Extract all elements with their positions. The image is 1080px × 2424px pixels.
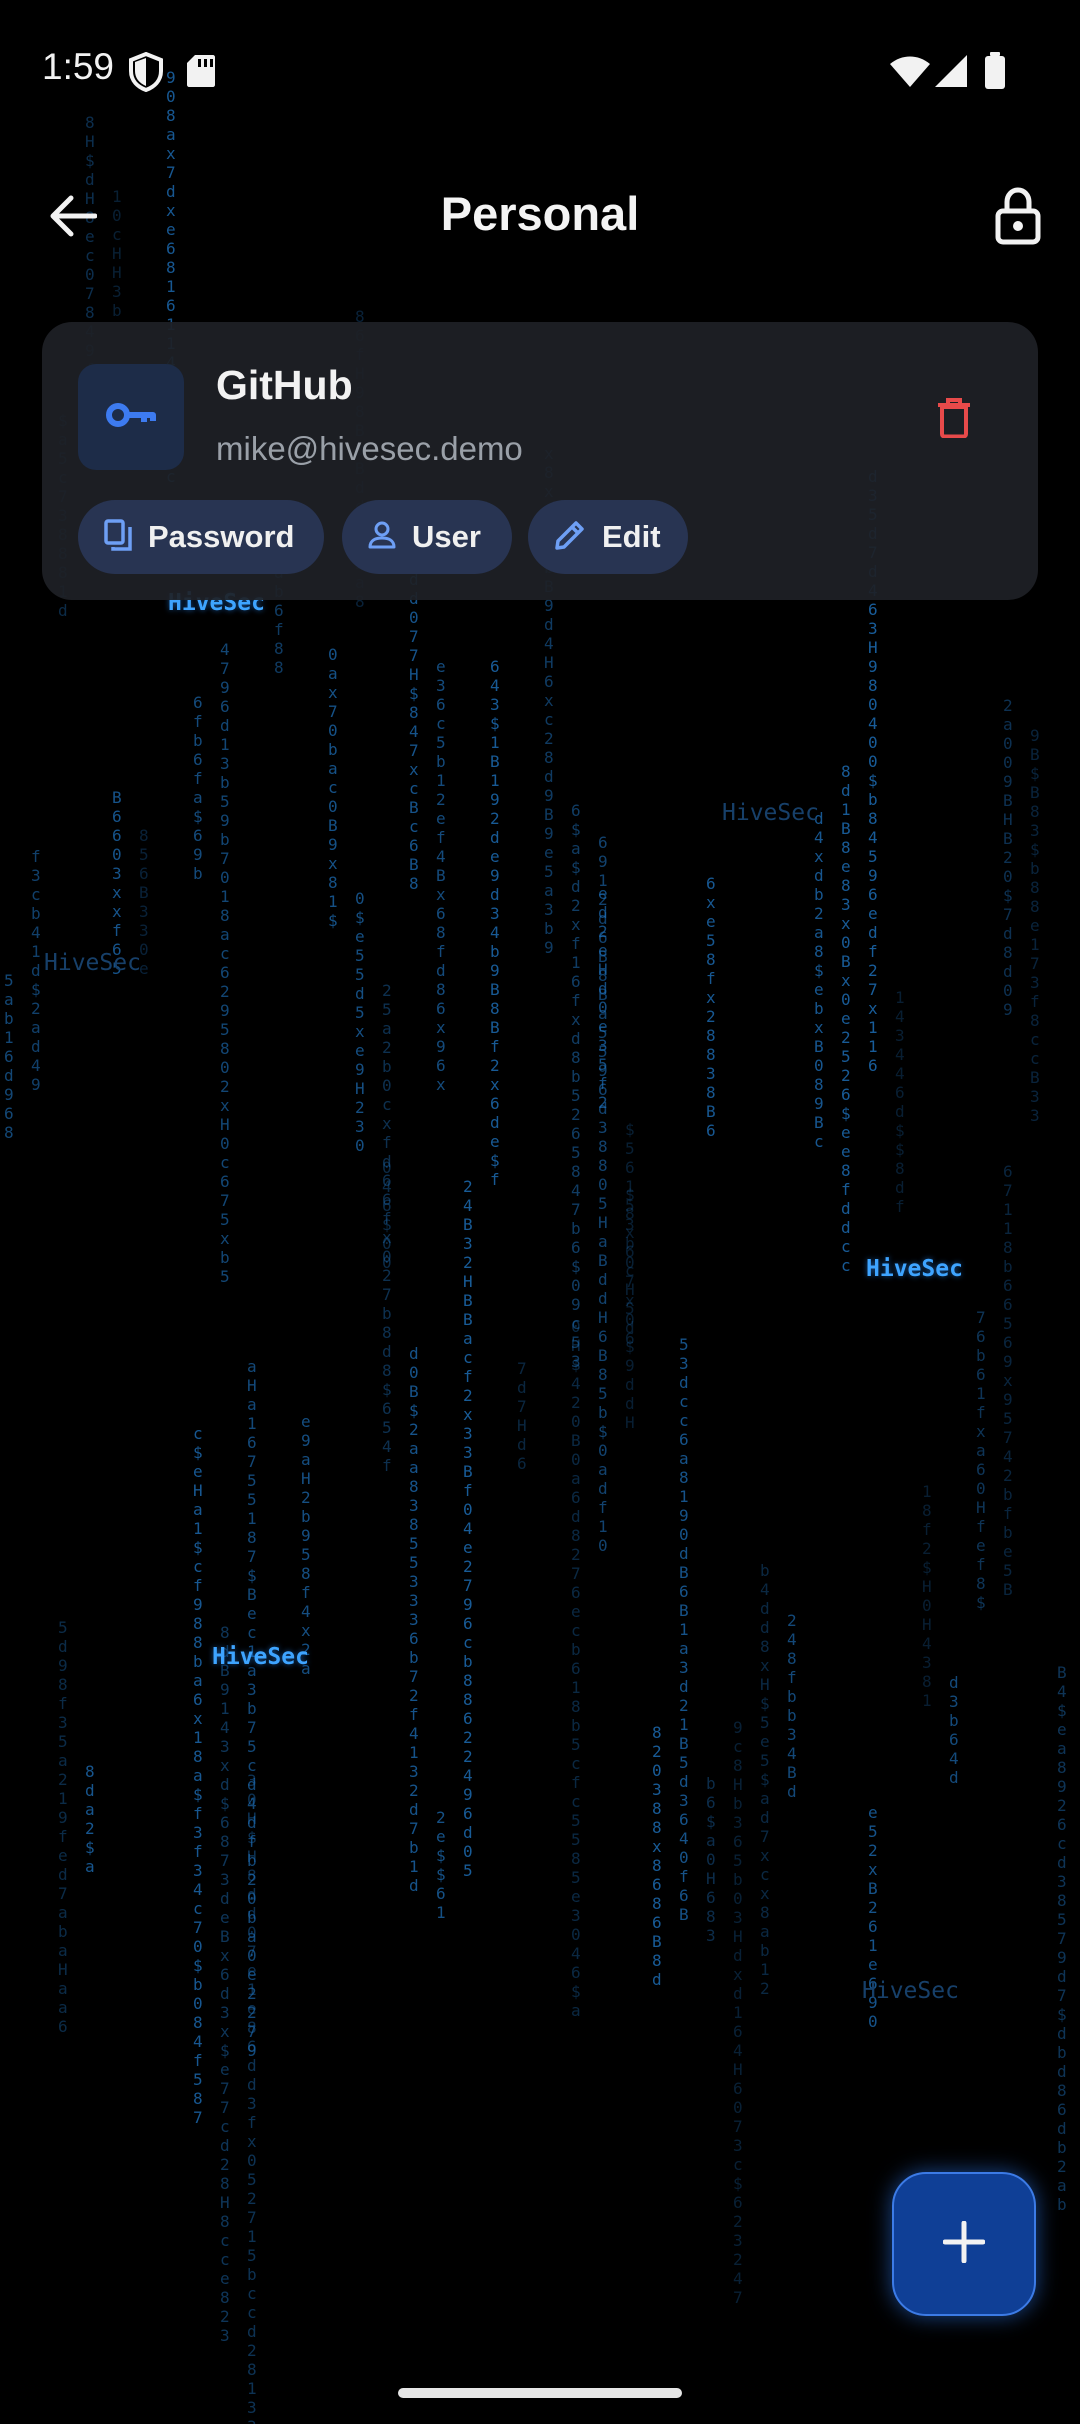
matrix-rain-column: 7 d 7 H d 6: [517, 1359, 527, 1473]
matrix-rain-column: 8 d 1 B 8 e 8 3 x 0 B x 0 e 2 5 2 6 $ e …: [841, 762, 851, 1275]
gesture-navigation-bar[interactable]: [398, 2388, 682, 2398]
wifi-icon: [890, 56, 930, 93]
matrix-rain-column: 2 4 B 3 2 H B B a c f 2 x 3 3 B f 0 4 e …: [463, 1177, 473, 1880]
matrix-rain-column: 6 4 3 $ 1 B 1 9 2 d e 9 d 3 4 b 9 B 8 B …: [490, 657, 500, 1189]
matrix-rain-column: 2 e $ $ 6 1: [436, 1808, 446, 1922]
matrix-rain-column: 1 8 f 2 $ H 0 H 4 3 8 1: [922, 1482, 932, 1710]
copy-user-label: User: [412, 519, 481, 554]
matrix-rain-column: 8 2 0 3 8 8 x 8 6 8 6 B 8 d: [652, 1723, 662, 1989]
shield-icon: [128, 51, 164, 97]
matrix-rain-column: 5 d 9 8 f 3 5 a 2 1 9 f e d 7 a b a H a …: [58, 1618, 68, 2036]
matrix-rain-column: e 3 6 c 5 b 1 2 e f 4 B x 6 8 f d 8 6 x …: [436, 657, 446, 1094]
plus-icon: [942, 2220, 986, 2268]
matrix-rain-column: 0 $ e 5 5 d 5 x e 9 H 2 3 0: [355, 889, 365, 1155]
matrix-rain-column: 6 9 1 2 d 6 B 8 B a 5 5 9 6 d 3 8 8 0 5 …: [598, 833, 608, 1555]
matrix-rain-column: 4 7 9 6 d 1 3 b 5 9 b 7 0 1 8 a c 6 2 9 …: [220, 640, 230, 1286]
matrix-rain-column: 9 c 8 H b 3 6 5 b 0 3 H d x d 1 6 4 H 6 …: [733, 1718, 743, 2307]
matrix-rain-column: 3 0 H $ H 8 d d 0 7 e 1 e 8 6 d d 3 f x …: [247, 1771, 257, 2424]
add-entry-button[interactable]: [892, 2172, 1036, 2316]
entry-title: GitHub: [216, 362, 353, 408]
edit-button[interactable]: Edit: [528, 500, 688, 574]
matrix-rain-column: 6 x e 5 8 f x 2 8 8 3 8 B 6: [706, 874, 716, 1140]
status-bar: 1:59: [0, 0, 1080, 140]
matrix-rain-column: 2 5 a 2 b 0 c x f d 6 6 f x 0 2 7 b 8 d …: [382, 981, 392, 1475]
person-icon: [368, 521, 396, 554]
hivesec-watermark: HiveSec: [862, 1978, 959, 2004]
matrix-rain-column: 8 d B 9 1 4 3 x d $ 6 8 7 3 d e B x 6 d …: [220, 1623, 230, 2345]
battery-icon: [984, 52, 1006, 95]
copy-user-button[interactable]: User: [342, 500, 512, 574]
copy-password-button[interactable]: Password: [78, 500, 324, 574]
copy-password-label: Password: [148, 519, 295, 554]
status-time: 1:59: [42, 46, 115, 87]
matrix-rain-column: 8 5 6 B 3 3 0 e: [139, 826, 149, 978]
copy-icon: [104, 518, 132, 556]
matrix-rain-column: e 9 a H 2 b 9 5 8 f 4 x 2 a: [301, 1412, 311, 1678]
trash-icon: [937, 397, 971, 443]
matrix-rain-column: d 3 b 6 4 d: [949, 1673, 959, 1787]
matrix-rain-column: 0 H $ 4 2 0 B 0 a 6 d 8 2 7 6 e c b 6 1 …: [571, 1317, 581, 2020]
lock-icon: [995, 186, 1041, 250]
entry-username: mike@hivesec.demo: [216, 430, 523, 467]
matrix-rain-column: 6 7 1 1 8 b 6 6 5 6 9 x 9 5 7 4 2 b f b …: [1003, 1162, 1013, 1599]
entry-icon-tile: [78, 364, 184, 470]
lock-button[interactable]: [985, 185, 1051, 251]
matrix-rain-column: b 4 d d 8 x H $ 5 e 5 $ a d 7 x c x 8 a …: [760, 1561, 770, 1998]
matrix-rain-column: b 6 $ a 0 H 6 8 3: [706, 1774, 716, 1945]
hivesec-watermark: HiveSec: [44, 950, 141, 976]
matrix-rain-column: 0 a x 7 0 b a c 0 B 9 x 8 1 $: [328, 645, 338, 930]
screen: 5 a b 1 6 d 9 6 8 f 3 c b 4 1 d $ 2 a d …: [0, 0, 1080, 2424]
matrix-rain-column: B 4 $ e a 8 9 2 6 c d 3 8 5 7 9 d 7 $ d …: [1057, 1663, 1067, 2214]
matrix-rain-column: 6 f b 6 f a $ 6 9 b: [193, 693, 203, 883]
matrix-rain-column: 7 6 b 6 1 f x a 6 0 H f e f 8 $: [976, 1308, 986, 1612]
app-bar: Personal: [0, 160, 1080, 270]
pencil-icon: [554, 519, 586, 556]
delete-button[interactable]: [924, 390, 984, 450]
matrix-rain-column: 2 4 8 f b b 3 4 B d: [787, 1611, 797, 1801]
sd-card-icon: [186, 54, 216, 93]
matrix-rain-column: d 0 B $ 2 a a 8 3 8 5 5 3 3 3 6 b 7 2 f …: [409, 1344, 419, 1895]
entry-card[interactable]: GitHub mike@hivesec.demo Password User E…: [42, 322, 1038, 600]
matrix-rain-column: 5 3 d c c 6 a 8 1 9 0 d B 6 B 1 a 3 d 2 …: [679, 1335, 689, 1924]
matrix-rain-column: 1 4 3 4 4 6 d $ $ 8 d f: [895, 988, 905, 1216]
signal-icon: [934, 54, 968, 93]
matrix-rain-column: d 4 x d b 2 a 8 $ e b x B 0 8 9 B c: [814, 809, 824, 1151]
matrix-rain-column: 8 d a 2 $ a: [85, 1762, 95, 1876]
hivesec-watermark: HiveSec: [866, 1256, 963, 1282]
matrix-rain-column: 9 B $ B 8 3 $ b 8 8 e 1 7 3 f 8 c c B 3 …: [1030, 726, 1040, 1125]
edit-label: Edit: [602, 519, 661, 554]
key-icon: [106, 401, 156, 434]
page-title: Personal: [440, 187, 640, 240]
matrix-rain-column: $ 8 x 6 c H 5 d $ 9 d d H: [625, 1185, 635, 1432]
matrix-rain-column: c $ e H a 1 $ c f 9 8 8 b a 6 x 1 8 a $ …: [193, 1424, 203, 2127]
matrix-rain-column: 6 $ a $ d 2 x f 1 6 f x d 8 b 5 2 6 5 8 …: [571, 801, 581, 1371]
hivesec-watermark: HiveSec: [212, 1644, 309, 1670]
hivesec-watermark: HiveSec: [722, 800, 819, 826]
matrix-rain-column: 5 a b 1 6 d 9 6 8: [4, 971, 14, 1142]
matrix-rain-column: 2 a 0 0 9 B H B 2 0 $ 7 d 8 d 0 9: [1003, 696, 1013, 1019]
